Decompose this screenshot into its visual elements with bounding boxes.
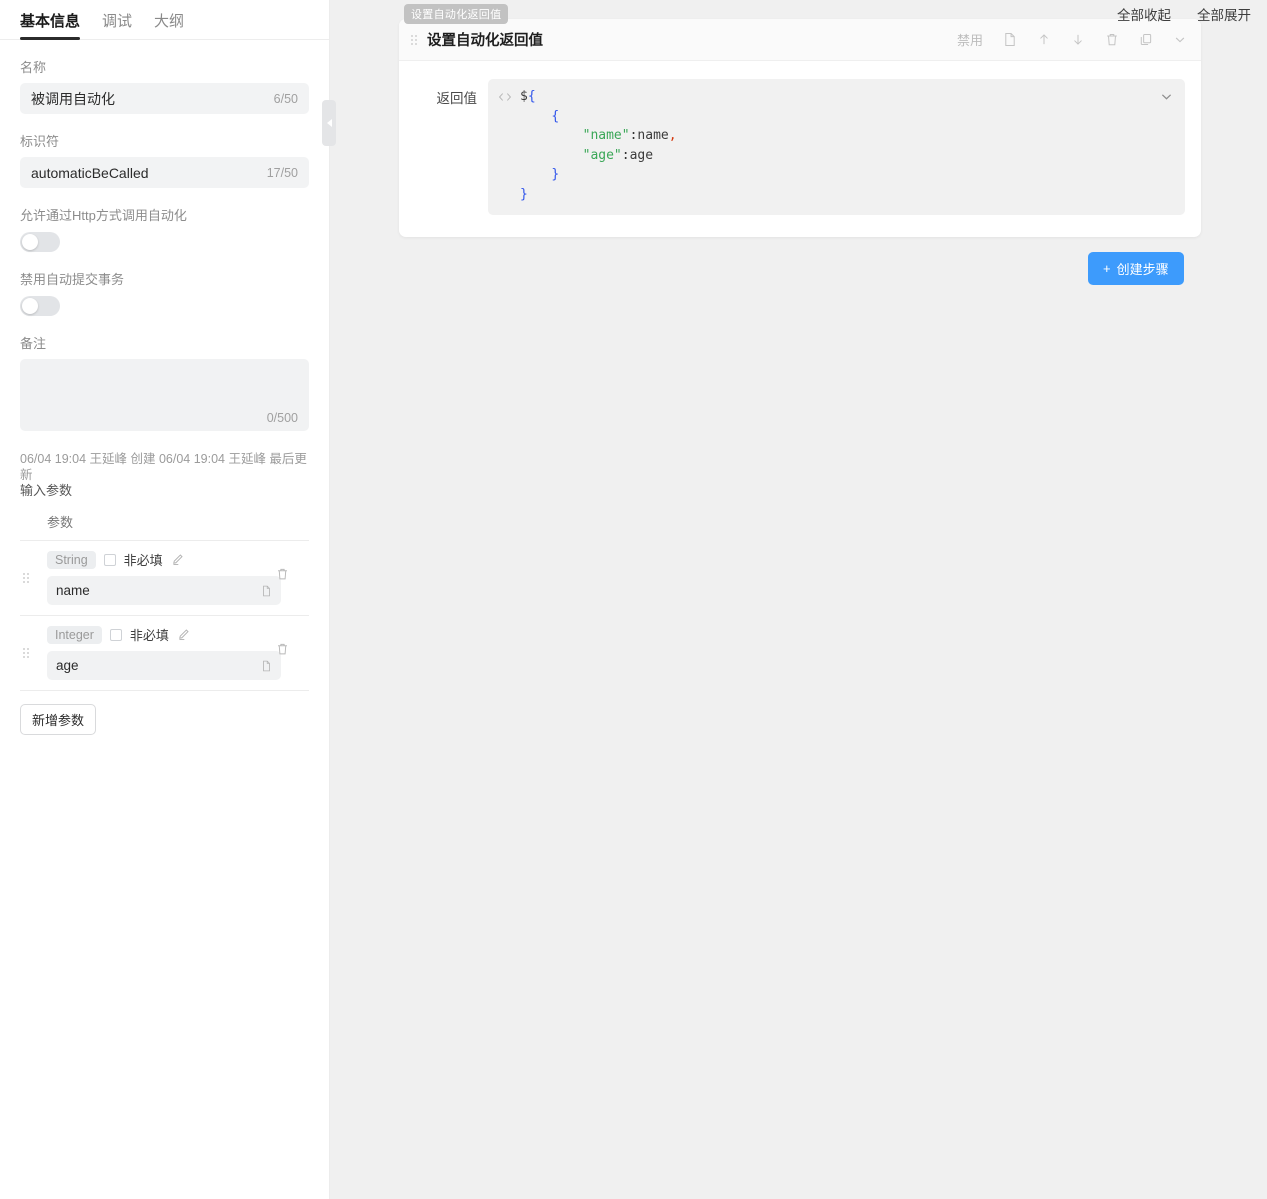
note-icon[interactable] bbox=[1003, 32, 1017, 47]
http-toggle-label: 允许通过Http方式调用自动化 bbox=[20, 208, 187, 223]
step-chevron-down-icon[interactable] bbox=[1173, 32, 1187, 47]
remark-textarea[interactable]: 0/500 bbox=[20, 359, 309, 431]
delete-step-icon[interactable] bbox=[1105, 32, 1119, 47]
param-row: String 非必填 name bbox=[20, 541, 309, 616]
input-params-title: 输入参数 bbox=[20, 483, 73, 498]
delete-param-icon[interactable] bbox=[276, 642, 289, 661]
param-column-header: 参数 bbox=[20, 505, 309, 541]
step-drag-handle-icon[interactable] bbox=[411, 34, 417, 45]
return-value-code-editor[interactable]: ${ { "name":name, "age":age } } bbox=[488, 79, 1185, 215]
pencil-edit-icon[interactable] bbox=[171, 553, 184, 566]
code-collapse-chevron-icon[interactable] bbox=[1159, 89, 1174, 109]
auto-commit-toggle-group: 禁用自动提交事务 bbox=[0, 269, 329, 316]
app-root: 基本信息 调试 大纲 名称 被调用自动化 6/50 标识符 automaticB… bbox=[0, 0, 1267, 1199]
tab-outline-label: 大纲 bbox=[154, 13, 185, 30]
step-tooltip: 设置自动化返回值 bbox=[404, 4, 509, 24]
step-title: 设置自动化返回值 bbox=[427, 33, 543, 49]
name-input-value: 被调用自动化 bbox=[31, 90, 115, 107]
identifier-field-label: 标识符 bbox=[20, 134, 60, 149]
drag-handle-icon[interactable] bbox=[23, 648, 29, 658]
drag-handle-icon[interactable] bbox=[23, 573, 29, 583]
record-meta-text: 06/04 19:04 王延峰 创建 06/04 19:04 王延峰 最后更新 bbox=[20, 452, 307, 482]
param-required-checkbox[interactable] bbox=[109, 628, 122, 641]
tab-basic-info[interactable]: 基本信息 bbox=[20, 10, 81, 40]
http-toggle-group: 允许通过Http方式调用自动化 bbox=[0, 205, 329, 252]
remark-counter: 0/500 bbox=[266, 411, 298, 425]
identifier-input-value: automaticBeCalled bbox=[31, 164, 149, 181]
create-step-plus-icon: + bbox=[1103, 261, 1111, 276]
delete-param-icon[interactable] bbox=[276, 567, 289, 586]
param-type-badge[interactable]: String bbox=[47, 550, 96, 569]
doc-hint-icon[interactable] bbox=[261, 660, 272, 672]
identifier-input-counter: 17/50 bbox=[266, 165, 298, 180]
auto-commit-toggle-label: 禁用自动提交事务 bbox=[20, 272, 125, 287]
tab-basic-info-label: 基本信息 bbox=[20, 13, 81, 30]
chevron-left-icon bbox=[326, 119, 332, 127]
param-name-value: age bbox=[56, 658, 79, 673]
name-field-label: 名称 bbox=[20, 60, 47, 75]
move-up-icon[interactable] bbox=[1037, 32, 1051, 47]
identifier-field-group: 标识符 automaticBeCalled 17/50 bbox=[0, 131, 329, 188]
workflow-canvas: 全部收起 全部展开 设置自动化返回值 设置自动化返回值 禁用 返回值 ${{… bbox=[330, 0, 1267, 1199]
tab-outline[interactable]: 大纲 bbox=[154, 10, 184, 39]
code-angle-brackets-icon bbox=[498, 90, 512, 108]
identifier-input[interactable]: automaticBeCalled 17/50 bbox=[20, 157, 309, 188]
doc-hint-icon[interactable] bbox=[261, 585, 272, 597]
step-card: 设置自动化返回值 禁用 返回值 ${{"name":name, "age":… bbox=[399, 19, 1201, 237]
return-value-code: ${ { "name":name, "age":age } } bbox=[520, 89, 677, 202]
param-required-checkbox[interactable] bbox=[103, 553, 116, 566]
tab-debug-label: 调试 bbox=[102, 13, 133, 30]
param-name-input[interactable]: name bbox=[47, 576, 281, 605]
left-sidebar: 基本信息 调试 大纲 名称 被调用自动化 6/50 标识符 automaticB… bbox=[0, 0, 336, 1199]
pencil-edit-icon[interactable] bbox=[177, 628, 190, 641]
return-value-label: 返回值 bbox=[436, 91, 478, 106]
step-toolbar: 禁用 bbox=[957, 30, 1187, 49]
create-step-label: 创建步骤 bbox=[1116, 262, 1169, 277]
auto-commit-toggle-switch[interactable] bbox=[20, 296, 60, 316]
record-meta: 06/04 19:04 王延峰 创建 06/04 19:04 王延峰 最后更新 … bbox=[0, 451, 329, 499]
add-param-button[interactable]: 新增参数 bbox=[20, 704, 97, 735]
disable-step-button[interactable]: 禁用 bbox=[957, 30, 983, 49]
move-down-icon[interactable] bbox=[1071, 32, 1085, 47]
collapse-all-button[interactable]: 全部收起 bbox=[1117, 4, 1171, 24]
remark-field-label: 备注 bbox=[20, 336, 47, 351]
step-card-body: 返回值 ${ { "name":name, "age":age } } bbox=[399, 61, 1201, 237]
canvas-actions: 全部收起 全部展开 bbox=[1117, 4, 1251, 24]
name-field-group: 名称 被调用自动化 6/50 bbox=[0, 57, 329, 114]
copy-step-icon[interactable] bbox=[1139, 32, 1153, 47]
tab-debug[interactable]: 调试 bbox=[102, 10, 132, 39]
name-input[interactable]: 被调用自动化 6/50 bbox=[20, 83, 309, 114]
param-name-input[interactable]: age bbox=[47, 651, 281, 680]
create-step-button[interactable]: + 创建步骤 bbox=[1088, 252, 1184, 285]
param-required-label: 非必填 bbox=[123, 553, 163, 568]
http-toggle-switch[interactable] bbox=[20, 232, 60, 252]
param-type-badge[interactable]: Integer bbox=[47, 625, 102, 644]
panel-splitter-handle[interactable] bbox=[322, 100, 336, 146]
name-input-counter: 6/50 bbox=[273, 91, 298, 106]
param-required-label: 非必填 bbox=[129, 628, 169, 643]
remark-field-group: 备注 0/500 bbox=[0, 333, 329, 431]
param-name-value: name bbox=[56, 583, 90, 598]
expand-all-button[interactable]: 全部展开 bbox=[1197, 4, 1251, 24]
step-card-header: 设置自动化返回值 禁用 bbox=[399, 19, 1201, 61]
sidebar-tabs: 基本信息 调试 大纲 bbox=[0, 0, 329, 40]
param-row: Integer 非必填 age bbox=[20, 616, 309, 691]
